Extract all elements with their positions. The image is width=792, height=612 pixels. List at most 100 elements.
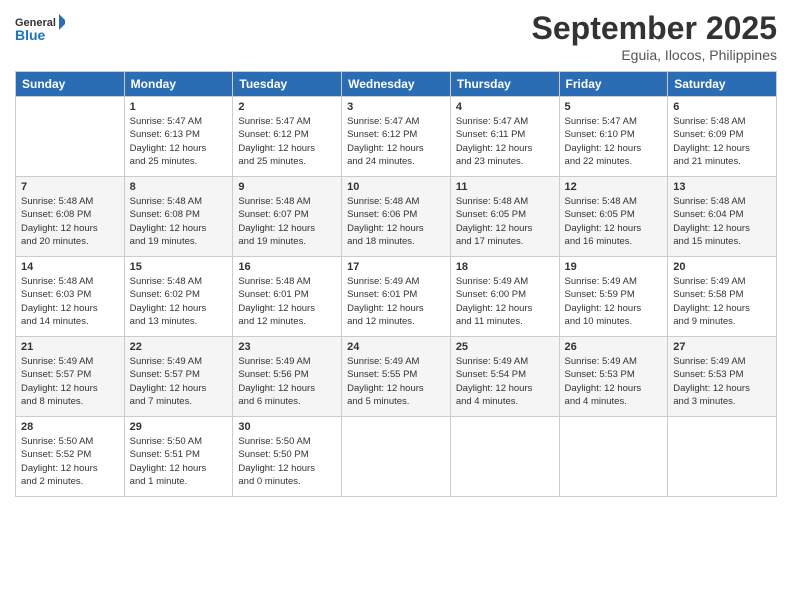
info-line: and 16 minutes. — [565, 236, 633, 247]
day-cell: 28Sunrise: 5:50 AMSunset: 5:52 PMDayligh… — [16, 417, 125, 497]
info-line: Sunrise: 5:50 AM — [130, 436, 202, 447]
info-line: Sunrise: 5:49 AM — [21, 356, 93, 367]
calendar-table: Sunday Monday Tuesday Wednesday Thursday… — [15, 71, 777, 497]
cell-info: Sunrise: 5:48 AMSunset: 6:08 PMDaylight:… — [21, 195, 119, 248]
day-number: 2 — [238, 101, 336, 113]
day-cell: 2Sunrise: 5:47 AMSunset: 6:12 PMDaylight… — [233, 97, 342, 177]
info-line: Daylight: 12 hours — [456, 303, 533, 314]
info-line: Daylight: 12 hours — [456, 143, 533, 154]
info-line: Sunrise: 5:47 AM — [238, 116, 310, 127]
day-number: 3 — [347, 101, 445, 113]
info-line: Sunset: 6:08 PM — [21, 209, 91, 220]
day-number: 7 — [21, 181, 119, 193]
info-line: Sunset: 5:52 PM — [21, 449, 91, 460]
cell-info: Sunrise: 5:50 AMSunset: 5:52 PMDaylight:… — [21, 435, 119, 488]
day-number: 18 — [456, 261, 554, 273]
day-number: 8 — [130, 181, 228, 193]
info-line: Sunset: 5:54 PM — [456, 369, 526, 380]
info-line: and 11 minutes. — [456, 316, 523, 327]
day-cell: 24Sunrise: 5:49 AMSunset: 5:55 PMDayligh… — [342, 337, 451, 417]
day-cell: 5 Sunrise: 5:47 AMSunset: 6:10 PMDaylight… — [559, 97, 668, 177]
info-line: and 12 minutes. — [347, 316, 415, 327]
day-cell — [450, 417, 559, 497]
cell-info: Sunrise: 5:49 AMSunset: 5:54 PMDaylight:… — [456, 355, 554, 408]
logo-svg: General Blue — [15, 10, 65, 50]
day-number: 5 — [565, 101, 663, 113]
info-line: Sunrise: 5:50 AM — [238, 436, 310, 447]
info-line: and 13 minutes. — [130, 316, 198, 327]
week-row-1: 7Sunrise: 5:48 AMSunset: 6:08 PMDaylight… — [16, 177, 777, 257]
day-cell: 1Sunrise: 5:47 AMSunset: 6:13 PMDaylight… — [124, 97, 233, 177]
cell-info: Sunrise: 5:48 AMSunset: 6:03 PMDaylight:… — [21, 275, 119, 328]
info-line: Sunrise: 5:49 AM — [673, 276, 745, 287]
day-cell: 3Sunrise: 5:47 AMSunset: 6:12 PMDaylight… — [342, 97, 451, 177]
info-line: and 19 minutes. — [130, 236, 198, 247]
cell-info: Sunrise: 5:48 AMSunset: 6:08 PMDaylight:… — [130, 195, 228, 248]
info-line: Sunset: 5:50 PM — [238, 449, 308, 460]
week-row-4: 28Sunrise: 5:50 AMSunset: 5:52 PMDayligh… — [16, 417, 777, 497]
info-line: Sunrise: 5:47 AM — [130, 116, 202, 127]
info-line: Sunrise: 5:49 AM — [347, 356, 419, 367]
day-number: 13 — [673, 181, 771, 193]
day-cell — [559, 417, 668, 497]
col-thursday: Thursday — [450, 72, 559, 97]
info-line: Daylight: 12 hours — [673, 143, 750, 154]
day-cell: 16Sunrise: 5:48 AMSunset: 6:01 PMDayligh… — [233, 257, 342, 337]
info-line: and 14 minutes. — [21, 316, 89, 327]
info-line: Daylight: 12 hours — [673, 383, 750, 394]
info-line: Daylight: 12 hours — [673, 223, 750, 234]
cell-info: Sunrise: 5:49 AMSunset: 5:57 PMDaylight:… — [21, 355, 119, 408]
day-cell: 22Sunrise: 5:49 AMSunset: 5:57 PMDayligh… — [124, 337, 233, 417]
page: General Blue September 2025 Eguia, Iloco… — [0, 0, 792, 612]
info-line: Daylight: 12 hours — [347, 143, 424, 154]
info-line: Sunset: 5:53 PM — [565, 369, 635, 380]
info-line: Sunrise: 5:48 AM — [673, 116, 745, 127]
info-line: Sunrise: 5:49 AM — [565, 356, 637, 367]
info-line: Sunset: 6:10 PM — [565, 129, 635, 140]
cell-info: Sunrise: 5:49 AMSunset: 5:53 PMDaylight:… — [673, 355, 771, 408]
cell-info: Sunrise: 5:47 AMSunset: 6:10 PMDaylight:… — [565, 115, 663, 168]
day-cell: 6Sunrise: 5:48 AMSunset: 6:09 PMDaylight… — [668, 97, 777, 177]
day-number: 12 — [565, 181, 663, 193]
info-line: Sunrise: 5:49 AM — [347, 276, 419, 287]
day-number: 17 — [347, 261, 445, 273]
cell-info: Sunrise: 5:48 AMSunset: 6:05 PMDaylight:… — [565, 195, 663, 248]
info-line: Daylight: 12 hours — [238, 303, 315, 314]
day-cell: 15Sunrise: 5:48 AMSunset: 6:02 PMDayligh… — [124, 257, 233, 337]
cell-info: Sunrise: 5:48 AMSunset: 6:09 PMDaylight:… — [673, 115, 771, 168]
info-line: Daylight: 12 hours — [21, 303, 98, 314]
info-line: and 12 minutes. — [238, 316, 306, 327]
info-line: Sunset: 6:01 PM — [347, 289, 417, 300]
info-line: Sunrise: 5:50 AM — [21, 436, 93, 447]
day-number: 25 — [456, 341, 554, 353]
info-line: Sunset: 6:06 PM — [347, 209, 417, 220]
day-number: 4 — [456, 101, 554, 113]
info-line: Sunrise: 5:48 AM — [238, 276, 310, 287]
header: General Blue September 2025 Eguia, Iloco… — [15, 10, 777, 63]
day-cell: 20Sunrise: 5:49 AMSunset: 5:58 PMDayligh… — [668, 257, 777, 337]
day-cell: 27Sunrise: 5:49 AMSunset: 5:53 PMDayligh… — [668, 337, 777, 417]
info-line: Sunset: 5:57 PM — [21, 369, 91, 380]
info-line: Sunrise: 5:49 AM — [130, 356, 202, 367]
info-line: Daylight: 12 hours — [565, 143, 642, 154]
info-line: Sunset: 6:01 PM — [238, 289, 308, 300]
cell-info: Sunrise: 5:50 AMSunset: 5:51 PMDaylight:… — [130, 435, 228, 488]
day-cell — [16, 97, 125, 177]
day-number: 11 — [456, 181, 554, 193]
info-line: Daylight: 12 hours — [565, 303, 642, 314]
cell-info: Sunrise: 5:48 AMSunset: 6:06 PMDaylight:… — [347, 195, 445, 248]
month-title: September 2025 — [532, 10, 777, 47]
info-line: and 25 minutes. — [130, 156, 198, 167]
week-row-3: 21Sunrise: 5:49 AMSunset: 5:57 PMDayligh… — [16, 337, 777, 417]
cell-info: Sunrise: 5:49 AMSunset: 5:57 PMDaylight:… — [130, 355, 228, 408]
info-line: Sunrise: 5:48 AM — [347, 196, 419, 207]
info-line: Sunset: 6:11 PM — [456, 129, 526, 140]
day-cell: 29Sunrise: 5:50 AMSunset: 5:51 PMDayligh… — [124, 417, 233, 497]
cell-info: Sunrise: 5:50 AMSunset: 5:50 PMDaylight:… — [238, 435, 336, 488]
info-line: Sunset: 6:08 PM — [130, 209, 200, 220]
info-line: Sunset: 6:13 PM — [130, 129, 200, 140]
info-line: Sunset: 6:07 PM — [238, 209, 308, 220]
info-line: and 4 minutes. — [456, 396, 518, 407]
info-line: Sunset: 6:05 PM — [456, 209, 526, 220]
title-area: September 2025 Eguia, Ilocos, Philippine… — [532, 10, 777, 63]
